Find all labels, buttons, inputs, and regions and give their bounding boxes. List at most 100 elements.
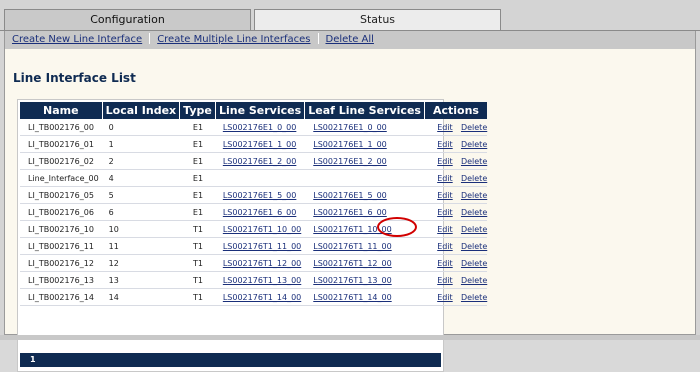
cell-leaf-line-services: LS002176E1_0_00 [305, 119, 425, 136]
delete-link[interactable]: Delete [461, 276, 487, 285]
edit-link[interactable]: Edit [431, 276, 459, 285]
edit-link[interactable]: Edit [431, 191, 459, 200]
column-header-line-services[interactable]: Line Services [215, 102, 306, 119]
line-interface-table-container: Name Local Index Type Line Services Leaf… [17, 99, 487, 372]
cell-type: E1 [180, 187, 216, 204]
column-header-leaf-line-services[interactable]: Leaf Line Services [305, 102, 425, 119]
table-row: LI_TB002176_10 10 T1 LS002176T1_10_00 LS0021… [20, 221, 487, 238]
delete-link[interactable]: Delete [461, 191, 487, 200]
edit-link[interactable]: Edit [431, 140, 459, 149]
delete-link[interactable]: Delete [461, 157, 487, 166]
table-row: LI_TB002176_11 11 T1 LS002176T1_11_00 LS0021… [20, 238, 487, 255]
cell-actions: Edit Delete [424, 170, 487, 187]
leaf-line-service-link[interactable]: LS002176E1_6_00 [313, 208, 387, 217]
cell-type: E1 [180, 136, 216, 153]
leaf-line-service-link[interactable]: LS002176T1_13_00 [313, 276, 391, 285]
line-service-link[interactable]: LS002176E1_5_00 [223, 191, 297, 200]
page-number-current[interactable]: 1 [30, 355, 36, 364]
leaf-line-service-link[interactable]: LS002176T1_11_00 [313, 242, 391, 251]
column-header-local-index[interactable]: Local Index [102, 102, 181, 119]
table-row: Line_Interface_00 4 E1 Edit Delete [20, 170, 487, 187]
cell-actions: Edit Delete [424, 119, 487, 136]
cell-line-services: LS002176T1_12_00 [215, 255, 306, 272]
delete-link[interactable]: Delete [461, 225, 487, 234]
cell-line-services: LS002176E1_2_00 [215, 153, 306, 170]
cell-type: T1 [180, 255, 216, 272]
cell-name: Line_Interface_00 [20, 170, 103, 187]
leaf-line-service-link[interactable]: LS002176E1_2_00 [313, 157, 387, 166]
tab-bar: Configuration Status [4, 9, 696, 31]
delete-link[interactable]: Delete [461, 293, 487, 302]
cell-actions: Edit Delete [424, 153, 487, 170]
page-title: Line Interface List [13, 71, 136, 85]
cell-leaf-line-services [305, 170, 425, 187]
cell-local-index: 6 [102, 204, 181, 221]
edit-link[interactable]: Edit [431, 293, 459, 302]
delete-link[interactable]: Delete [461, 208, 487, 217]
delete-link[interactable]: Delete [461, 242, 487, 251]
cell-type: T1 [180, 221, 216, 238]
table-row: LI_TB002176_06 6 E1 LS002176E1_6_00 LS002176… [20, 204, 487, 221]
leaf-line-service-link[interactable]: LS002176E1_5_00 [313, 191, 387, 200]
cell-name: LI_TB002176_01 [20, 136, 103, 153]
line-service-link[interactable]: LS002176T1_11_00 [223, 242, 301, 251]
leaf-line-service-link[interactable]: LS002176T1_12_00 [313, 259, 391, 268]
delete-link[interactable]: Delete [461, 140, 487, 149]
leaf-line-service-link[interactable]: LS002176E1_0_00 [313, 123, 387, 132]
edit-link[interactable]: Edit [431, 123, 459, 132]
edit-link[interactable]: Edit [431, 242, 459, 251]
content-panel: Line Interface List Name Local Index Typ… [4, 49, 696, 372]
table-row: LI_TB002176_00 0 E1 LS002176E1_0_00 LS002176… [20, 119, 487, 136]
toolbar-separator [149, 33, 151, 44]
line-service-link[interactable]: LS002176E1_2_00 [223, 157, 297, 166]
cell-local-index: 14 [102, 289, 181, 306]
create-multiple-line-interfaces-link[interactable]: Create Multiple Line Interfaces [157, 34, 310, 45]
tab-configuration[interactable]: Configuration [4, 9, 251, 31]
cell-actions: Edit Delete [424, 289, 487, 306]
cell-name: LI_TB002176_13 [20, 272, 103, 289]
edit-link[interactable]: Edit [431, 225, 459, 234]
line-service-link[interactable]: LS002176T1_10_00 [223, 225, 301, 234]
cell-type: E1 [180, 153, 216, 170]
leaf-line-service-link[interactable]: LS002176T1_14_00 [313, 293, 391, 302]
line-service-link[interactable]: LS002176T1_14_00 [223, 293, 301, 302]
cell-line-services: LS002176E1_5_00 [215, 187, 306, 204]
delete-link[interactable]: Delete [461, 259, 487, 268]
leaf-line-service-link[interactable]: LS002176E1_1_00 [313, 140, 387, 149]
delete-link[interactable]: Delete [461, 174, 487, 183]
line-service-link[interactable]: LS002176T1_12_00 [223, 259, 301, 268]
create-new-line-interface-link[interactable]: Create New Line Interface [12, 34, 142, 45]
cell-line-services: LS002176E1_1_00 [215, 136, 306, 153]
edit-link[interactable]: Edit [431, 174, 459, 183]
line-service-link[interactable]: LS002176T1_13_00 [223, 276, 301, 285]
line-service-link[interactable]: LS002176E1_0_00 [223, 123, 297, 132]
cell-name: LI_TB002176_12 [20, 255, 103, 272]
column-header-type[interactable]: Type [180, 102, 216, 119]
edit-link[interactable]: Edit [431, 208, 459, 217]
cell-leaf-line-services: LS002176T1_14_00 [305, 289, 425, 306]
table-header-row: Name Local Index Type Line Services Leaf… [20, 102, 487, 119]
edit-link[interactable]: Edit [431, 259, 459, 268]
cell-name: LI_TB002176_02 [20, 153, 103, 170]
pagination-bar: 1 [20, 353, 441, 367]
edit-link[interactable]: Edit [431, 157, 459, 166]
column-header-actions: Actions [424, 102, 487, 119]
cell-local-index: 10 [102, 221, 181, 238]
delete-link[interactable]: Delete [461, 123, 487, 132]
table-row: LI_TB002176_01 1 E1 LS002176E1_1_00 LS002176… [20, 136, 487, 153]
cell-line-services: LS002176T1_14_00 [215, 289, 306, 306]
delete-all-link[interactable]: Delete All [326, 34, 374, 45]
line-service-link[interactable]: LS002176E1_6_00 [223, 208, 297, 217]
cell-line-services: LS002176T1_13_00 [215, 272, 306, 289]
column-header-name[interactable]: Name [20, 102, 103, 119]
cell-leaf-line-services: LS002176E1_1_00 [305, 136, 425, 153]
cell-actions: Edit Delete [424, 221, 487, 238]
tab-status[interactable]: Status [254, 9, 501, 31]
table-row: LI_TB002176_12 12 T1 LS002176T1_12_00 LS0021… [20, 255, 487, 272]
cell-type: E1 [180, 119, 216, 136]
cell-type: E1 [180, 170, 216, 187]
cell-actions: Edit Delete [424, 255, 487, 272]
line-service-link[interactable]: LS002176E1_1_00 [223, 140, 297, 149]
cell-local-index: 13 [102, 272, 181, 289]
cell-line-services [215, 170, 306, 187]
